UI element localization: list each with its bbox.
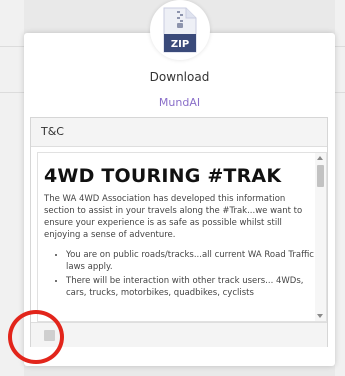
scroll-up-arrow-icon[interactable] — [317, 156, 323, 160]
zip-file-icon: ZIP — [163, 7, 197, 53]
terms-content: 4WD TOURING #TRAK The WA 4WD Association… — [44, 161, 314, 301]
terms-panel: T&C 4WD TOURING #TRAK The WA 4WD Associa… — [30, 117, 328, 347]
terms-heading: 4WD TOURING #TRAK — [44, 165, 282, 187]
terms-header: T&C — [31, 118, 327, 147]
terms-bullet-list: You are on public roads/tracks...all cur… — [44, 249, 314, 299]
terms-bullet: There will be interaction with other tra… — [66, 275, 314, 299]
terms-intro: The WA 4WD Association has developed thi… — [44, 194, 303, 240]
terms-scrollbar[interactable] — [315, 153, 326, 321]
background-right-panel — [335, 0, 345, 376]
accept-terms-row — [31, 322, 327, 347]
terms-bullet: You are on public roads/tracks...all cur… — [66, 249, 314, 273]
download-title: Download — [149, 70, 210, 84]
zip-file-icon-label: ZIP — [171, 39, 189, 50]
terms-scroll-area[interactable]: 4WD TOURING #TRAK The WA 4WD Association… — [37, 152, 327, 322]
file-icon-badge: ZIP — [150, 0, 210, 60]
scroll-thumb[interactable] — [317, 165, 324, 187]
owner-link[interactable]: MundAI — [24, 96, 335, 109]
annotation-circle — [8, 310, 64, 364]
scroll-down-arrow-icon[interactable] — [317, 314, 323, 318]
